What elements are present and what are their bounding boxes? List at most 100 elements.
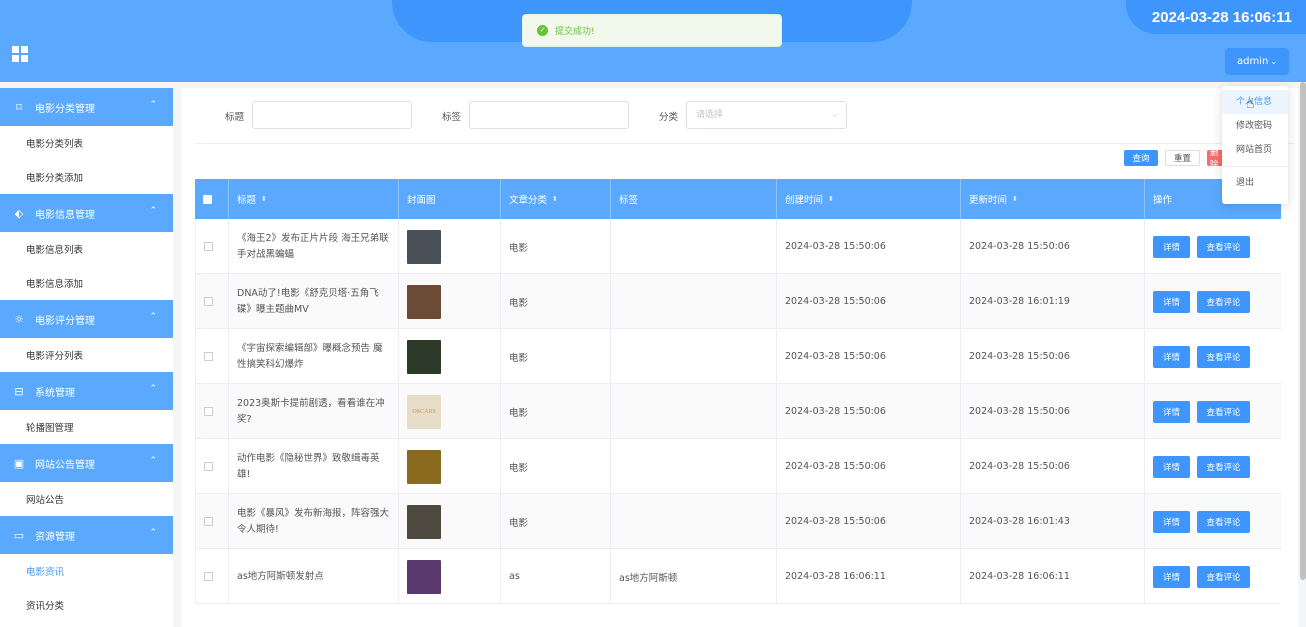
search-form: 标题 标签 分类 请选择 ⌵ <box>182 101 1298 129</box>
query-button[interactable]: 查询 <box>1124 150 1158 166</box>
sort-icon[interactable]: ⬍ <box>552 195 558 203</box>
sort-icon[interactable]: ⬍ <box>1012 195 1018 203</box>
created-cell: 2024-03-28 15:50:06 <box>777 384 961 439</box>
select-all-checkbox[interactable] <box>203 194 212 204</box>
detail-button[interactable]: 详情 <box>1153 455 1190 478</box>
success-toast: ✓ 提交成功! <box>522 14 782 47</box>
page-scrollbar[interactable] <box>1300 82 1306 580</box>
tag-cell <box>611 274 777 329</box>
sidebar-item[interactable]: 电影资讯 <box>0 554 173 588</box>
menu-group-3[interactable]: ⊟ 系统管理 ⌃ <box>0 372 173 410</box>
title-input[interactable] <box>252 101 412 129</box>
detail-button[interactable]: 详情 <box>1153 345 1190 368</box>
user-menu-button[interactable]: admin ⌄ <box>1225 48 1289 75</box>
sort-icon[interactable]: ⬍ <box>261 195 267 203</box>
detail-button[interactable]: 详情 <box>1153 290 1190 313</box>
updated-cell: 2024-03-28 16:01:19 <box>961 274 1145 329</box>
menu-group-1[interactable]: ⬖ 电影信息管理 ⌃ <box>0 194 173 232</box>
divider <box>195 143 1295 144</box>
tag-cell <box>611 219 777 274</box>
tag-cell <box>611 329 777 384</box>
sidebar-item[interactable]: 电影分类列表 <box>0 126 173 160</box>
category-select[interactable]: 请选择 ⌵ <box>686 101 847 129</box>
detail-button[interactable]: 详情 <box>1153 235 1190 258</box>
chevron-up-icon[interactable]: ⌃ <box>149 384 157 394</box>
table-row: 2023奥斯卡提前剧透，看看谁在冲奖? OSCARS 电影 2024-03-28 15… <box>195 384 1281 439</box>
actions-cell: 详情 查看评论 <box>1145 274 1281 329</box>
header-label: 封面图 <box>407 195 436 206</box>
select-all-cell <box>195 179 229 219</box>
view-comments-button[interactable]: 查看评论 <box>1197 345 1250 368</box>
detail-button[interactable]: 详情 <box>1153 510 1190 533</box>
header-created[interactable]: 创建时间 ⬍ <box>777 179 961 219</box>
row-checkbox[interactable] <box>204 407 213 416</box>
updated-cell: 2024-03-28 15:50:06 <box>961 384 1145 439</box>
row-checkbox[interactable] <box>204 242 213 251</box>
view-comments-button[interactable]: 查看评论 <box>1197 455 1250 478</box>
cover-cell <box>399 494 501 549</box>
chevron-up-icon[interactable]: ⌃ <box>149 100 157 110</box>
updated-cell: 2024-03-28 15:50:06 <box>961 439 1145 494</box>
chevron-up-icon[interactable]: ⌃ <box>149 312 157 322</box>
sidebar-item[interactable]: 电影信息列表 <box>0 232 173 266</box>
sidebar-item[interactable]: 网站公告 <box>0 482 173 516</box>
chevron-down-icon: ⌵ <box>831 110 838 120</box>
sidebar-item[interactable]: 电影分类添加 <box>0 160 173 194</box>
bookmark-icon: ⌑ <box>16 100 22 114</box>
menu-toggle-icon[interactable] <box>12 46 28 62</box>
header-label: 更新时间 <box>969 195 1008 206</box>
table-row: 电影《暴风》发布新海报，阵容强大令人期待! 电影 2024-03-28 15:50:… <box>195 494 1281 549</box>
detail-button[interactable]: 详情 <box>1153 400 1190 423</box>
detail-button[interactable]: 详情 <box>1153 565 1190 588</box>
header-label: 文章分类 <box>509 195 548 206</box>
sidebar-item[interactable]: 轮播图管理 <box>0 410 173 444</box>
change-password-menu-item[interactable]: 修改密码 <box>1222 114 1288 138</box>
view-comments-button[interactable]: 查看评论 <box>1197 510 1250 533</box>
reset-button[interactable]: 重置 <box>1165 150 1200 166</box>
profile-menu-item[interactable]: 个人信息 <box>1222 90 1288 114</box>
chevron-up-icon[interactable]: ⌃ <box>149 206 157 216</box>
actions-cell: 详情 查看评论 <box>1145 439 1281 494</box>
select-cell <box>195 219 229 274</box>
cover-image <box>407 504 441 539</box>
row-checkbox[interactable] <box>204 297 213 306</box>
actions-cell: 详情 查看评论 <box>1145 549 1281 604</box>
header-category[interactable]: 文章分类 ⬍ <box>501 179 611 219</box>
menu-group-2[interactable]: ☼ 电影评分管理 ⌃ <box>0 300 173 338</box>
row-checkbox[interactable] <box>204 352 213 361</box>
header-title[interactable]: 标题 ⬍ <box>229 179 399 219</box>
row-checkbox[interactable] <box>204 572 213 581</box>
sidebar-item[interactable]: 电影信息添加 <box>0 266 173 300</box>
chat-icon: ▭ <box>13 528 25 542</box>
chevron-up-icon[interactable]: ⌃ <box>149 528 157 538</box>
check-icon: ✓ <box>537 25 548 36</box>
sort-icon[interactable]: ⬍ <box>828 195 834 203</box>
menu-group-0[interactable]: ⌑ 电影分类管理 ⌃ <box>0 88 173 126</box>
tag-cell <box>611 384 777 439</box>
menu-group-label: 电影评分管理 <box>35 315 95 327</box>
row-checkbox[interactable] <box>204 462 213 471</box>
logout-menu-item[interactable]: 退出 <box>1222 171 1288 195</box>
menu-group-4[interactable]: ▣ 网站公告管理 ⌃ <box>0 444 173 482</box>
view-comments-button[interactable]: 查看评论 <box>1197 400 1250 423</box>
row-checkbox[interactable] <box>204 517 213 526</box>
site-home-menu-item[interactable]: 网站首页 <box>1222 138 1288 162</box>
table-row: 《宇宙探索编辑部》曝概念预告 魔性搞笑科幻爆炸 电影 2024-03-28 15:5… <box>195 329 1281 384</box>
menu-group-label: 系统管理 <box>35 387 75 399</box>
menu-group-5[interactable]: ▭ 资源管理 ⌃ <box>0 516 173 554</box>
view-comments-button[interactable]: 查看评论 <box>1197 290 1250 313</box>
sidebar-item[interactable]: 资讯分类 <box>0 588 173 622</box>
header-updated[interactable]: 更新时间 ⬍ <box>961 179 1145 219</box>
table-row: DNA动了!电影《舒克贝塔·五角飞碟》曝主题曲MV 电影 2024-03-28 15… <box>195 274 1281 329</box>
created-cell: 2024-03-28 15:50:06 <box>777 219 961 274</box>
category-cell: 电影 <box>501 219 611 274</box>
delete-button[interactable]: 删除 <box>1207 150 1223 166</box>
select-cell <box>195 439 229 494</box>
header-cover: 封面图 <box>399 179 501 219</box>
view-comments-button[interactable]: 查看评论 <box>1197 235 1250 258</box>
tag-input[interactable] <box>469 101 629 129</box>
menu-group-label: 电影信息管理 <box>35 209 95 221</box>
sidebar-item[interactable]: 电影评分列表 <box>0 338 173 372</box>
chevron-up-icon[interactable]: ⌃ <box>149 456 157 466</box>
view-comments-button[interactable]: 查看评论 <box>1197 565 1250 588</box>
